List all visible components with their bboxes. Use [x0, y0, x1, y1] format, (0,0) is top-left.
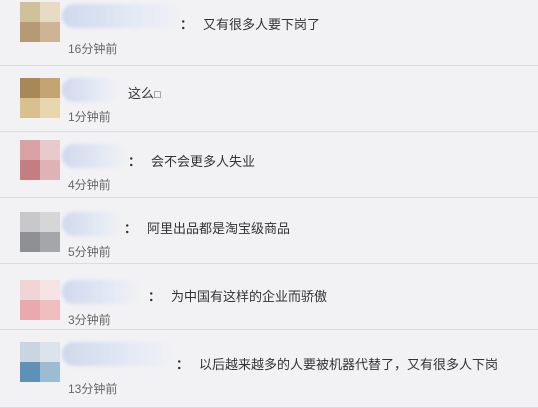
- comment-time: 5分钟前: [68, 245, 111, 259]
- comment-text: ：会不会更多人失业: [128, 154, 256, 169]
- comment-item: ：会不会更多人失业 4分钟前: [0, 132, 538, 198]
- comment-item: ：又有很多人要下岗了 16分钟前: [0, 0, 538, 66]
- comment-time: 4分钟前: [68, 178, 111, 192]
- comment-time: 16分钟前: [68, 42, 118, 56]
- comment-text: ：以后越来越多的人要被机器代替了，又有很多人下岗: [176, 357, 499, 372]
- comment-item: ：以后越来越多的人要被机器代替了，又有很多人下岗 13分钟前: [0, 330, 538, 408]
- username-redacted[interactable]: [62, 144, 128, 168]
- avatar[interactable]: [20, 140, 60, 180]
- comment-list: ：又有很多人要下岗了 16分钟前 这么□ 1分钟前 ：会不会更多人失业 4分钟前: [0, 0, 538, 408]
- avatar[interactable]: [20, 342, 60, 382]
- comment-text: ：阿里出品都是淘宝级商品: [124, 221, 291, 236]
- comment-item: 这么□ 1分钟前: [0, 66, 538, 132]
- comment-time: 1分钟前: [68, 110, 111, 124]
- avatar[interactable]: [20, 78, 60, 118]
- comment-text: ：又有很多人要下岗了: [180, 17, 321, 32]
- comment-item: ：阿里出品都是淘宝级商品 5分钟前: [0, 198, 538, 264]
- avatar[interactable]: [20, 280, 60, 320]
- username-redacted[interactable]: [62, 212, 122, 236]
- avatar[interactable]: [20, 212, 60, 252]
- username-redacted[interactable]: [62, 342, 174, 366]
- comment-text: ：为中国有这样的企业而骄傲: [148, 289, 328, 304]
- comment-item: ：为中国有这样的企业而骄傲 3分钟前: [0, 264, 538, 330]
- username-redacted[interactable]: [62, 4, 182, 28]
- avatar[interactable]: [20, 2, 60, 42]
- username-redacted[interactable]: [62, 280, 140, 304]
- comment-time: 3分钟前: [68, 313, 111, 327]
- comment-text: 这么□: [128, 86, 161, 101]
- username-redacted[interactable]: [62, 78, 118, 102]
- comment-time: 13分钟前: [68, 382, 118, 396]
